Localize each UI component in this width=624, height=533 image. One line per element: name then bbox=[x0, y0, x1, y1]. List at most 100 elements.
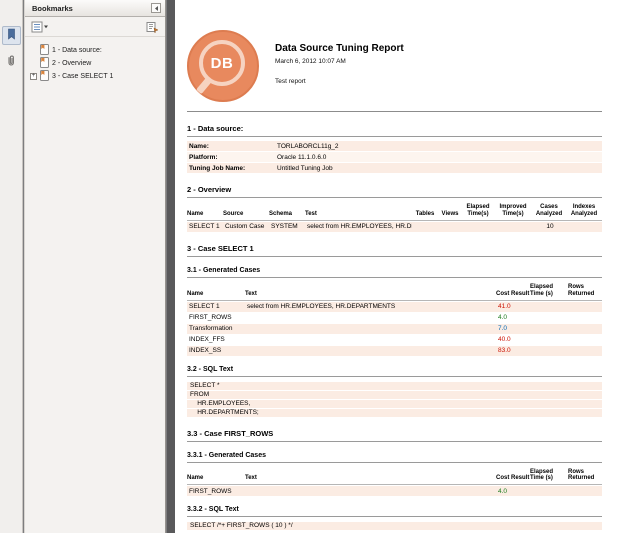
row-value: Oracle 11.1.0.6.0 bbox=[277, 154, 326, 161]
report-subtitle: Test report bbox=[275, 78, 404, 85]
bookmark-page-icon bbox=[40, 57, 49, 70]
attachments-tab-button[interactable] bbox=[2, 53, 21, 72]
sql-line: HR.EMPLOYEES, bbox=[187, 400, 602, 408]
report-date: March 6, 2012 10:07 AM bbox=[275, 58, 404, 65]
bookmark-page-icon bbox=[40, 44, 49, 57]
section-2-heading: 2 - Overview bbox=[187, 185, 602, 198]
cell-cases-analyzed: 10 bbox=[532, 223, 566, 230]
table-row: Name: TORLABORCL11g_2 bbox=[187, 141, 602, 151]
sql-line: SELECT /*+ FIRST_ROWS ( 10 ) */ bbox=[187, 522, 602, 530]
collapse-panel-button[interactable] bbox=[151, 3, 161, 13]
table-row: Transformation 7.0 bbox=[187, 324, 602, 334]
bookmarks-tree: 1 - Data source: 2 - Overview + 3 - Case… bbox=[25, 37, 165, 83]
column-header: Rows Returned bbox=[568, 469, 602, 483]
bookmark-options-menu-button[interactable] bbox=[31, 21, 49, 33]
column-header: Name bbox=[187, 475, 245, 482]
expand-icon[interactable]: + bbox=[30, 73, 37, 80]
section-3-1-heading: 3.1 - Generated Cases bbox=[187, 267, 602, 278]
row-label: Name: bbox=[189, 143, 277, 150]
navigation-pane-tabs bbox=[0, 0, 23, 533]
column-header: Cost Result bbox=[496, 291, 530, 298]
cell-text: select from HR.EMPLOYEES, HR.DEPARTMENTS bbox=[245, 303, 496, 310]
column-header: Elapsed Time (s) bbox=[530, 284, 568, 298]
table-row: FIRST_ROWS 4.0 bbox=[187, 486, 602, 496]
table-header-row: Name Source Schema Test Tables Views Ela… bbox=[187, 204, 602, 221]
bookmarks-toolbar bbox=[25, 17, 165, 37]
bookmark-item-overview[interactable]: 2 - Overview bbox=[25, 57, 163, 70]
table-row: SELECT 1 Custom Case SYSTEM select from … bbox=[187, 222, 602, 232]
bookmark-label: 3 - Case SELECT 1 bbox=[52, 73, 113, 80]
bookmark-label: 1 - Data source: bbox=[52, 47, 102, 54]
cell-cost: 4.0 bbox=[496, 314, 530, 321]
bookmark-item-case-select-1[interactable]: + 3 - Case SELECT 1 bbox=[25, 70, 163, 83]
document-page[interactable]: DB Data Source Tuning Report March 6, 20… bbox=[175, 0, 624, 533]
bookmark-label: 2 - Overview bbox=[52, 60, 91, 67]
options-list-icon bbox=[31, 21, 49, 33]
table-row: Tuning Job Name: Untitled Tuning Job bbox=[187, 163, 602, 173]
cell-name: FIRST_ROWS bbox=[187, 314, 245, 321]
column-header: Tables bbox=[412, 211, 438, 218]
sql-line: SELECT * bbox=[187, 382, 602, 390]
cell-name: FIRST_ROWS bbox=[187, 488, 245, 495]
sql-line: FROM bbox=[187, 391, 602, 399]
column-header: Rows Returned bbox=[568, 284, 602, 298]
cell-name: INDEX_FFS bbox=[187, 336, 245, 343]
table-header-row: Name Text Cost Result Elapsed Time (s) R… bbox=[187, 284, 602, 301]
column-header: Text bbox=[245, 475, 496, 482]
table-row: SELECT 1 select from HR.EMPLOYEES, HR.DE… bbox=[187, 302, 602, 312]
table-row: FIRST_ROWS 4.0 bbox=[187, 313, 602, 323]
cell-name: SELECT 1 bbox=[187, 303, 245, 310]
row-label: Platform: bbox=[189, 154, 277, 161]
bookmark-item-data-source[interactable]: 1 - Data source: bbox=[25, 44, 163, 57]
table-row: Platform: Oracle 11.1.0.6.0 bbox=[187, 152, 602, 162]
section-3-heading: 3 - Case SELECT 1 bbox=[187, 244, 602, 257]
bookmark-page-icon bbox=[40, 70, 49, 83]
cell-source: Custom Case bbox=[223, 223, 269, 230]
column-header: Name bbox=[187, 291, 245, 298]
sql-text-block: SELECT * FROM HR.EMPLOYEES, HR.DEPARTMEN… bbox=[187, 382, 602, 417]
cell-schema: SYSTEM bbox=[269, 223, 305, 230]
section-3-2-heading: 3.2 - SQL Text bbox=[187, 366, 602, 377]
new-bookmark-button[interactable] bbox=[146, 21, 159, 33]
logo-text: DB bbox=[211, 55, 234, 72]
sql-line: HR.DEPARTMENTS; bbox=[187, 409, 602, 417]
row-value: TORLABORCL11g_2 bbox=[277, 143, 339, 150]
column-header: Name bbox=[187, 211, 223, 218]
cell-name: INDEX_SS bbox=[187, 347, 245, 354]
overview-table: Name Source Schema Test Tables Views Ela… bbox=[187, 204, 602, 232]
cell-test: select from HR.EMPLOYEES, HR.DEPARTME... bbox=[305, 223, 412, 230]
generated-cases-table: Name Text Cost Result Elapsed Time (s) R… bbox=[187, 284, 602, 356]
cell-name: Transformation bbox=[187, 325, 245, 332]
generated-cases-table-first-rows: Name Text Cost Result Elapsed Time (s) R… bbox=[187, 469, 602, 497]
row-value: Untitled Tuning Job bbox=[277, 165, 333, 172]
report-title: Data Source Tuning Report bbox=[275, 43, 404, 54]
report-header: DB Data Source Tuning Report March 6, 20… bbox=[187, 30, 602, 102]
bookmarks-panel-title: Bookmarks bbox=[32, 4, 73, 13]
cell-cost: 4.0 bbox=[496, 488, 530, 495]
bookmark-icon bbox=[6, 27, 17, 45]
column-header: Elapsed Time (s) bbox=[530, 469, 568, 483]
section-3-3-heading: 3.3 - Case FIRST_ROWS bbox=[187, 429, 602, 442]
column-header: Improved Time(s) bbox=[494, 204, 532, 218]
bookmarks-panel: Bookmarks 1 - Data source: bbox=[24, 0, 166, 533]
table-row: INDEX_SS 83.0 bbox=[187, 346, 602, 356]
divider bbox=[187, 111, 602, 112]
column-header: Cases Analyzed bbox=[532, 204, 566, 218]
column-header: Cost Result bbox=[496, 475, 530, 482]
column-header: Test bbox=[305, 211, 412, 218]
cell-name: SELECT 1 bbox=[187, 223, 223, 230]
cell-cost: 40.0 bbox=[496, 336, 530, 343]
bookmarks-tab-button[interactable] bbox=[2, 26, 21, 45]
new-bookmark-icon bbox=[146, 21, 159, 33]
column-header: Elapsed Time(s) bbox=[462, 204, 494, 218]
section-3-3-2-heading: 3.3.2 - SQL Text bbox=[187, 506, 602, 517]
row-label: Tuning Job Name: bbox=[189, 165, 277, 172]
viewer-background bbox=[167, 0, 175, 533]
bookmarks-panel-header: Bookmarks bbox=[25, 0, 165, 17]
column-header: Schema bbox=[269, 211, 305, 218]
cell-cost: 83.0 bbox=[496, 347, 530, 354]
pdf-viewer-window: Bookmarks 1 - Data source: bbox=[0, 0, 624, 533]
cell-cost: 41.0 bbox=[496, 303, 530, 310]
sql-text-block: SELECT /*+ FIRST_ROWS ( 10 ) */ FROM HR.… bbox=[187, 522, 602, 533]
magnifier-handle-icon bbox=[196, 76, 213, 94]
